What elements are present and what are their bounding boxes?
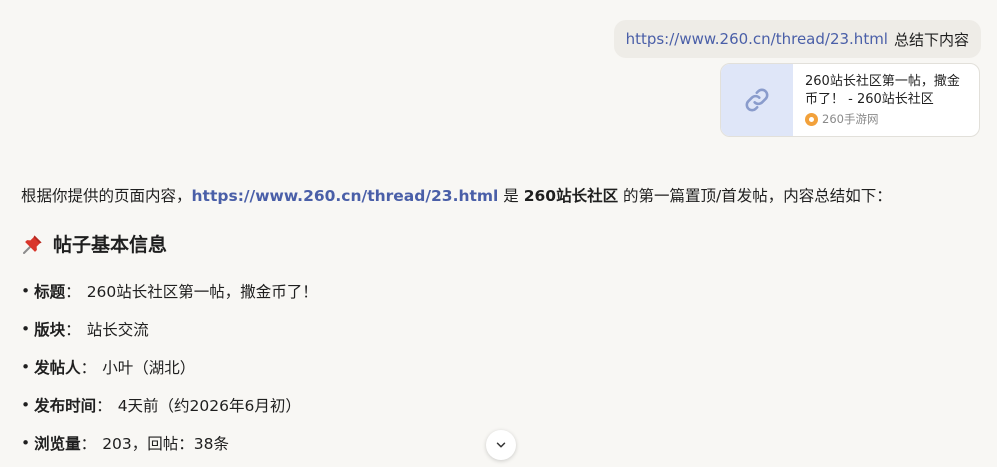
intro-mid: 是 <box>498 187 524 205</box>
info-value: 站长交流 <box>86 321 149 339</box>
user-message-text: 总结下内容 <box>893 30 969 49</box>
user-message-bubble: https://www.260.cn/thread/23.html 总结下内容 <box>613 20 981 58</box>
intro-bold: 260站长社区 <box>523 187 619 205</box>
list-item: • 发布时间： 4天前（约2026年6月初） <box>21 396 301 415</box>
section-title: 帖子基本信息 <box>53 234 168 256</box>
info-key: 发布时间 <box>34 397 97 415</box>
chat-page: https://www.260.cn/thread/23.html 总结下内容 … <box>0 0 997 467</box>
answer-intro: 根据你提供的页面内容，https://www.260.cn/thread/23.… <box>21 184 892 206</box>
list-item: • 发帖人： 小叶（湖北） <box>21 358 196 377</box>
intro-prefix: 根据你提供的页面内容， <box>21 187 192 205</box>
list-item: • 标题： 260站长社区第一帖，撒金币了！ <box>21 282 318 301</box>
link-card-body: 260站长社区第一帖，撒金币了！ - 260站长社区 260手游网 <box>793 64 979 136</box>
link-preview-card[interactable]: 260站长社区第一帖，撒金币了！ - 260站长社区 260手游网 <box>720 63 980 137</box>
chevron-down-icon <box>496 442 506 448</box>
info-value: 小叶（湖北） <box>102 359 196 377</box>
intro-link[interactable]: https://www.260.cn/thread/23.html <box>192 187 499 205</box>
link-icon <box>745 88 769 112</box>
user-message-link[interactable]: https://www.260.cn/thread/23.html <box>626 30 888 48</box>
scroll-to-bottom-button[interactable] <box>486 430 516 460</box>
info-value: 203，回帖：38条 <box>102 435 229 453</box>
info-key: 发帖人 <box>34 359 81 377</box>
link-card-title: 260站长社区第一帖，撒金币了！ - 260站长社区 <box>805 74 960 107</box>
link-card-source-name: 260手游网 <box>822 112 879 126</box>
pushpin-icon <box>23 235 42 254</box>
link-card-thumbnail <box>721 64 793 136</box>
info-key: 标题 <box>34 283 66 301</box>
link-card-source: 260手游网 <box>805 111 969 127</box>
list-item: • 版块： 站长交流 <box>21 320 149 339</box>
info-value: 4天前（约2026年6月初） <box>117 397 301 415</box>
site-favicon-icon <box>805 112 818 126</box>
list-item: • 浏览量： 203，回帖：38条 <box>21 434 229 453</box>
info-key: 版块 <box>34 321 66 339</box>
info-list: • 标题： 260站长社区第一帖，撒金币了！ • 版块： 站长交流 • 发帖人：… <box>21 272 318 462</box>
info-key: 浏览量 <box>34 435 81 453</box>
section-heading: 帖子基本信息 <box>21 230 167 257</box>
info-value: 260站长社区第一帖，撒金币了！ <box>86 283 318 301</box>
intro-suffix: 的第一篇置顶/首发帖，内容总结如下： <box>618 187 892 205</box>
